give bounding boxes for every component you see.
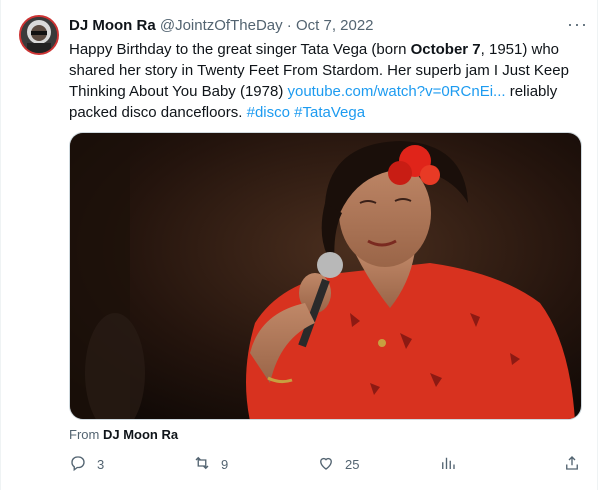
avatar[interactable] xyxy=(19,15,59,55)
retweet-button[interactable]: 9 xyxy=(193,454,228,475)
more-icon[interactable]: ··· xyxy=(567,14,588,35)
separator-dot: · xyxy=(286,17,292,34)
media-attribution: From DJ Moon Ra xyxy=(69,427,178,442)
tweet-header: DJ Moon Ra @JointzOfTheDay · Oct 7, 2022 xyxy=(69,17,584,37)
tweet-text: Happy Birthday to the great singer Tata … xyxy=(69,39,584,123)
analytics-button[interactable] xyxy=(439,454,457,475)
analytics-icon xyxy=(439,454,457,475)
like-count: 25 xyxy=(345,457,360,472)
right-border xyxy=(597,0,598,490)
video-media[interactable] xyxy=(69,132,582,420)
tweet-actions: 3 9 25 xyxy=(69,454,589,476)
text-bold: October 7 xyxy=(410,41,481,58)
retweet-count: 9 xyxy=(221,457,229,472)
hashtag-disco[interactable]: #disco xyxy=(247,104,290,121)
share-icon xyxy=(563,454,581,475)
hashtag-tatavega[interactable]: #TataVega xyxy=(294,104,365,121)
text-part-1: Happy Birthday to the great singer Tata … xyxy=(69,41,411,58)
author-handle[interactable]: @JointzOfTheDay xyxy=(160,17,283,34)
reply-button[interactable]: 3 xyxy=(69,454,104,475)
from-source[interactable]: DJ Moon Ra xyxy=(103,427,178,442)
share-button[interactable] xyxy=(563,454,581,475)
reply-icon xyxy=(69,454,87,475)
retweet-icon xyxy=(193,454,211,475)
video-frame xyxy=(70,133,581,419)
reply-count: 3 xyxy=(97,457,105,472)
tweet-date[interactable]: Oct 7, 2022 xyxy=(296,17,374,34)
avatar-image xyxy=(21,17,57,53)
video-link[interactable]: youtube.com/watch?v=0RCnEi... xyxy=(288,83,506,100)
tweet-card[interactable]: DJ Moon Ra @JointzOfTheDay · Oct 7, 2022… xyxy=(0,0,604,490)
left-border xyxy=(0,0,1,490)
author-name[interactable]: DJ Moon Ra xyxy=(69,17,156,34)
like-icon xyxy=(317,454,335,475)
from-prefix: From xyxy=(69,427,100,442)
like-button[interactable]: 25 xyxy=(317,454,359,475)
